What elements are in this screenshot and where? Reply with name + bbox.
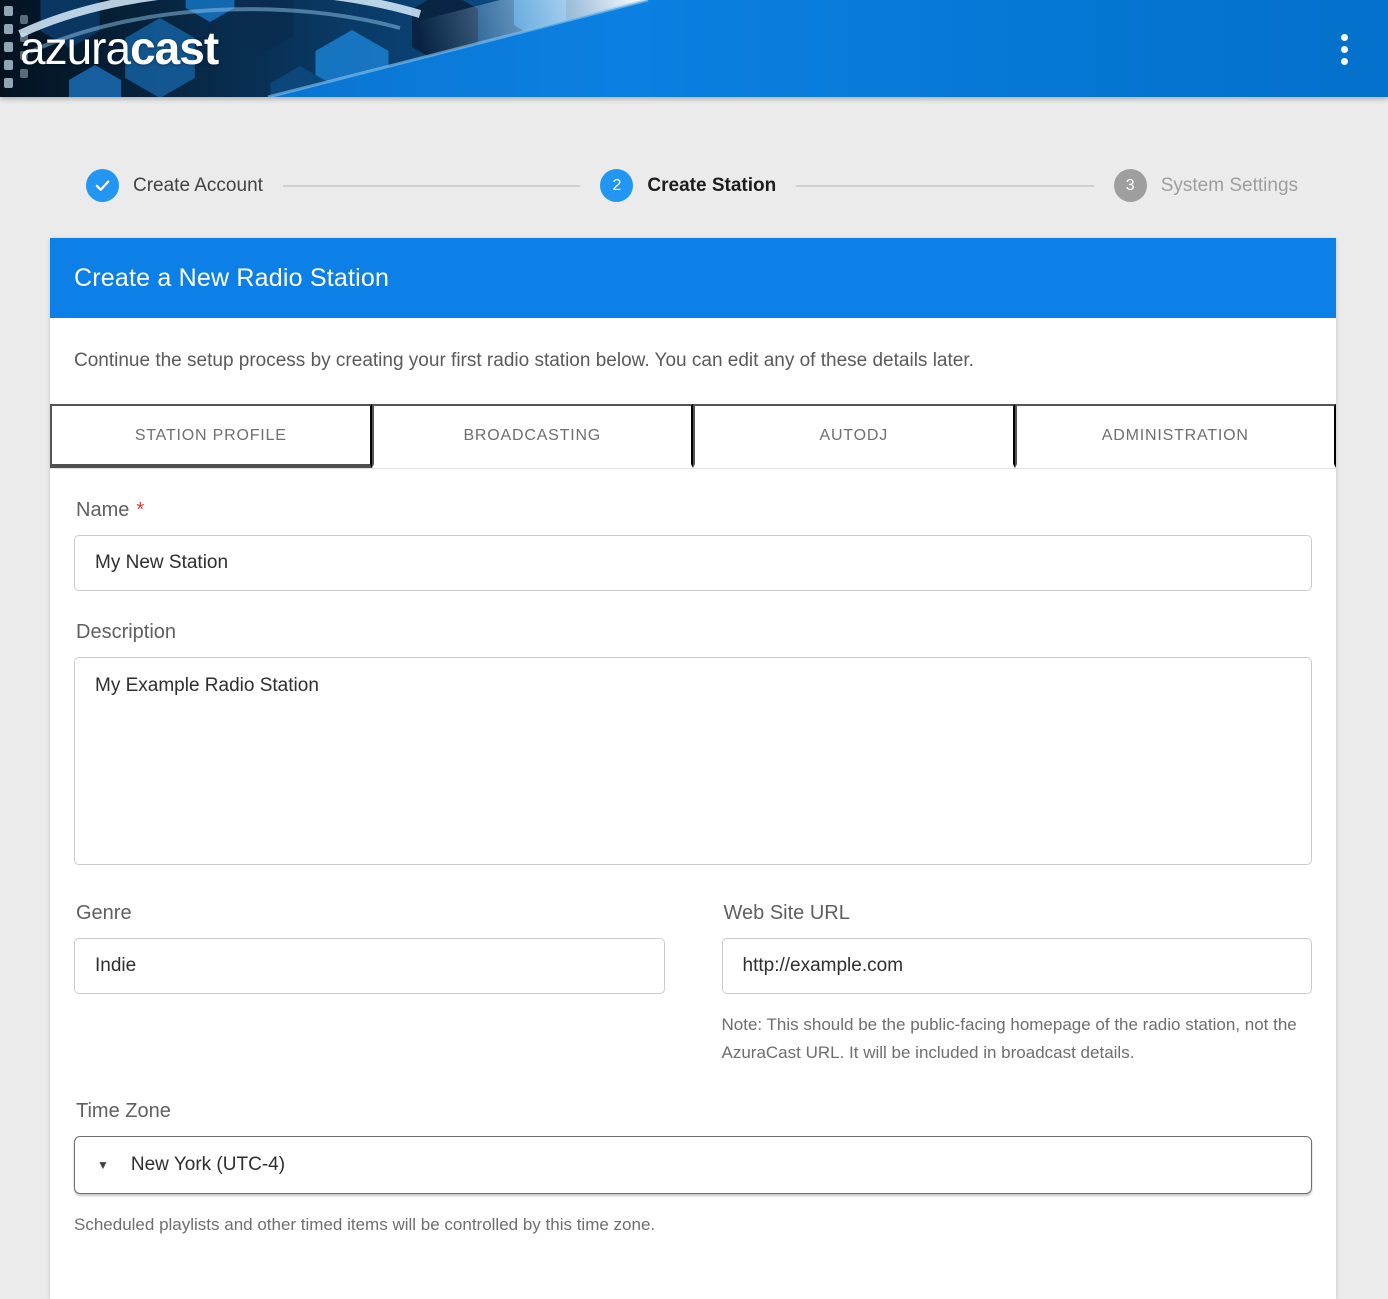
website-field-group: Web Site URL Note: This should be the pu… bbox=[722, 902, 1313, 1066]
genre-field-group: Genre bbox=[74, 902, 665, 994]
timezone-note: Scheduled playlists and other timed item… bbox=[74, 1211, 1312, 1239]
genre-label: Genre bbox=[76, 902, 665, 925]
tab-broadcasting[interactable]: BROADCASTING bbox=[372, 404, 694, 468]
timezone-select[interactable]: ▼ New York (UTC-4) bbox=[74, 1136, 1312, 1194]
tab-autodj[interactable]: AUTODJ bbox=[693, 404, 1015, 468]
step-complete-circle bbox=[86, 169, 119, 202]
header-menu-button[interactable] bbox=[1332, 30, 1356, 68]
station-tabs: STATION PROFILE BROADCASTING AUTODJ ADMI… bbox=[50, 404, 1336, 469]
genre-website-row: Genre Web Site URL Note: This should be … bbox=[74, 902, 1312, 1066]
name-label: Name* bbox=[76, 499, 1312, 522]
genre-input[interactable] bbox=[74, 938, 665, 994]
description-field-group: Description My Example Radio Station bbox=[74, 621, 1312, 870]
step-create-account[interactable]: Create Account bbox=[86, 169, 263, 202]
app-header: azuracast bbox=[0, 0, 1388, 97]
timezone-field-group: Time Zone ▼ New York (UTC-4) Scheduled p… bbox=[74, 1100, 1312, 1239]
stepper-connector bbox=[283, 185, 581, 187]
azuracast-logo: azuracast bbox=[20, 25, 218, 71]
name-input[interactable] bbox=[74, 535, 1312, 591]
kebab-menu-icon bbox=[1341, 34, 1348, 41]
step-label: Create Station bbox=[647, 175, 776, 197]
required-asterisk: * bbox=[136, 499, 144, 521]
description-textarea[interactable]: My Example Radio Station bbox=[74, 657, 1312, 865]
step-number-circle: 3 bbox=[1114, 169, 1147, 202]
create-station-card: Create a New Radio Station Continue the … bbox=[50, 238, 1336, 1299]
station-profile-form: Name* Description My Example Radio Stati… bbox=[50, 469, 1336, 1299]
check-icon bbox=[94, 177, 111, 194]
chevron-down-icon: ▼ bbox=[97, 1158, 109, 1172]
stepper-connector bbox=[796, 185, 1094, 187]
website-url-label: Web Site URL bbox=[724, 902, 1313, 925]
logo-text-regular: azura bbox=[20, 22, 130, 74]
step-label: Create Account bbox=[133, 175, 263, 197]
logo-text-bold: cast bbox=[130, 22, 218, 74]
card-header: Create a New Radio Station bbox=[50, 238, 1336, 318]
tab-station-profile[interactable]: STATION PROFILE bbox=[50, 404, 372, 468]
step-create-station[interactable]: 2 Create Station bbox=[600, 169, 776, 202]
timezone-label: Time Zone bbox=[76, 1100, 1312, 1123]
step-label: System Settings bbox=[1161, 175, 1298, 197]
setup-stepper: Create Account 2 Create Station 3 System… bbox=[86, 169, 1298, 202]
name-field-group: Name* bbox=[74, 499, 1312, 591]
tab-administration[interactable]: ADMINISTRATION bbox=[1015, 404, 1337, 468]
card-intro-text: Continue the setup process by creating y… bbox=[50, 318, 1336, 372]
step-system-settings[interactable]: 3 System Settings bbox=[1114, 169, 1298, 202]
website-url-note: Note: This should be the public-facing h… bbox=[722, 1011, 1313, 1066]
description-label: Description bbox=[76, 621, 1312, 644]
step-number-circle: 2 bbox=[600, 169, 633, 202]
timezone-selected-value: New York (UTC-4) bbox=[131, 1154, 285, 1176]
website-url-input[interactable] bbox=[722, 938, 1313, 994]
page-title: Create a New Radio Station bbox=[74, 264, 389, 293]
